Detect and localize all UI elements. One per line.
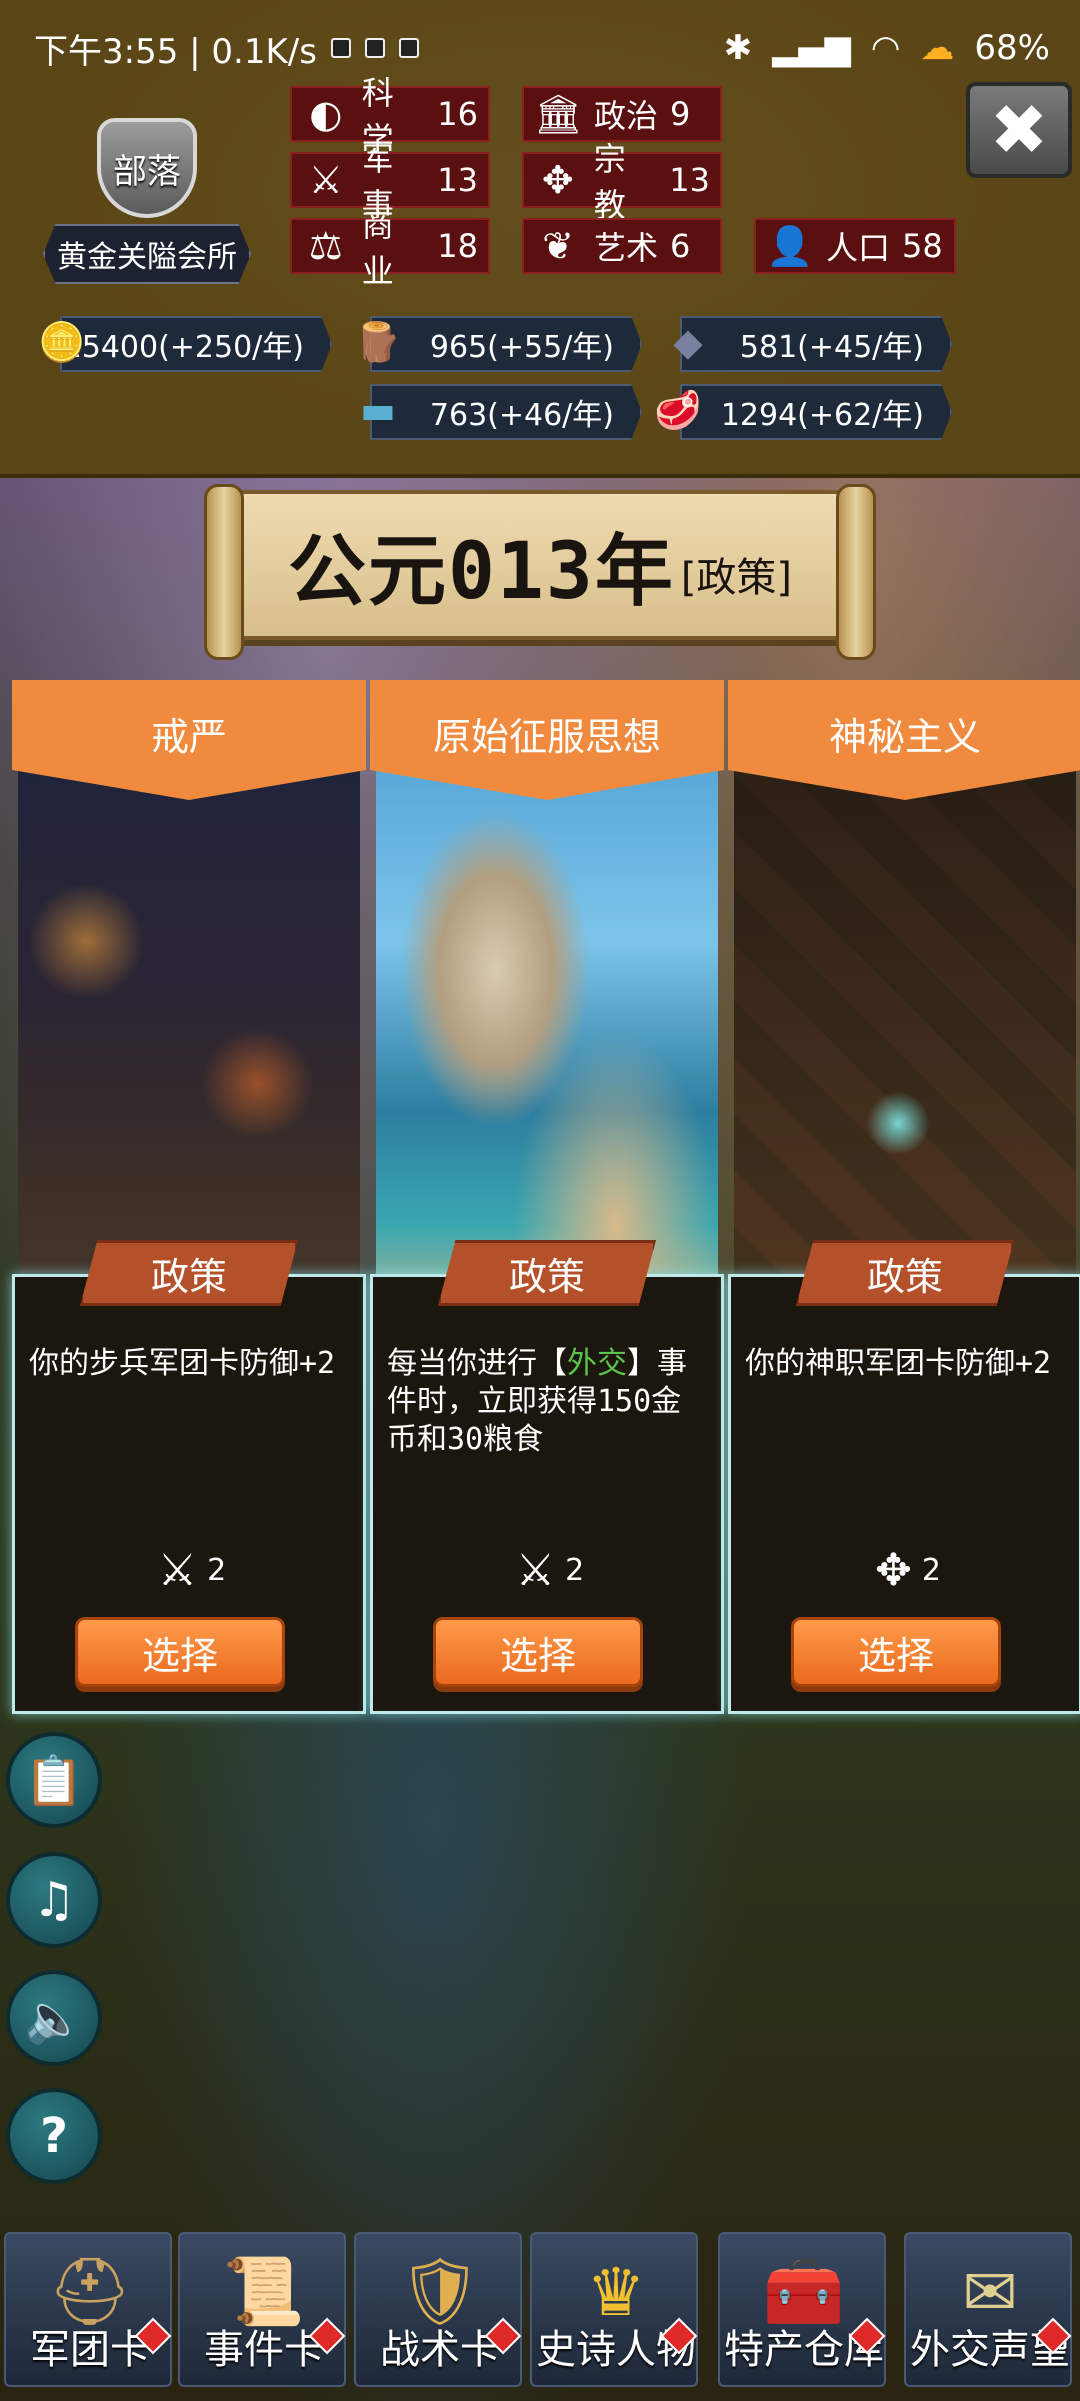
close-button[interactable]: ✖ <box>966 82 1072 178</box>
notification-icon <box>398 38 419 58</box>
card-description: 你的步兵军团卡防御+2 <box>29 1346 336 1381</box>
science-icon: ◐ <box>309 92 343 136</box>
card-body: 每当你进行【外交】事件时，立即获得150金币和30粮食 ⚔ 2 选择 <box>370 1274 724 1714</box>
log-button[interactable]: 📋 <box>6 1732 102 1828</box>
help-icon: ? <box>40 2108 68 2164</box>
stat-value: 16 <box>437 95 478 133</box>
cloud-icon: ☁ <box>920 28 955 68</box>
resource-stone: 581(+45/年) <box>680 316 952 372</box>
military-icon: ⚔ <box>157 1545 198 1596</box>
stat-label: 艺术 <box>594 229 659 267</box>
card-tag: 政策 <box>438 1240 656 1306</box>
log-icon: 📋 <box>24 1752 84 1809</box>
close-icon: ✖ <box>989 89 1049 171</box>
status-time: 下午3:55 | 0.1K/s <box>34 31 317 72</box>
resource-value: 965(+55/年) <box>429 330 614 365</box>
stat-label: 商业 <box>361 206 394 290</box>
cost-value: 2 <box>207 1553 227 1588</box>
card-cost: ✥ 2 <box>731 1545 1080 1596</box>
resource-value: 1294(+62/年) <box>720 398 924 433</box>
wifi-icon: ◠ <box>870 28 901 68</box>
stat-label: 人口 <box>826 229 891 267</box>
bluetooth-icon: ✱ <box>723 28 753 68</box>
iron-icon: ▬ <box>360 388 396 432</box>
cost-value: 2 <box>921 1553 941 1588</box>
resource-value: 763(+46/年) <box>429 398 614 433</box>
stat-value: 9 <box>670 95 691 133</box>
status-bar: 下午3:55 | 0.1K/s ✱ ▂▄▆ ◠ ☁ 68% <box>0 0 1080 96</box>
religion-icon: ✥ <box>541 158 574 202</box>
nav-tactic-cards[interactable]: 🛡 战术卡 <box>354 2232 522 2387</box>
music-icon: ♫ <box>32 1872 76 1928</box>
nav-diplomacy-reputation[interactable]: ✉ 外交声望 <box>904 2232 1072 2387</box>
resource-wood: 965(+55/年) <box>370 316 642 372</box>
signal-icon: ▂▄▆ <box>772 28 851 68</box>
resource-value: 15400(+250/年) <box>62 330 304 365</box>
nav-epic-heroes[interactable]: ♛ 史诗人物 <box>530 2232 698 2387</box>
stat-population: 👤 人口 58 <box>754 218 956 274</box>
description-text: 每当你进行【 <box>387 1346 567 1381</box>
card-body: 你的步兵军团卡防御+2 ⚔ 2 选择 <box>12 1274 366 1714</box>
policy-card[interactable]: 神秘主义 你的神职军团卡防御+2 ✥ 2 选择 政策 <box>728 680 1080 1714</box>
stat-value: 18 <box>437 227 478 265</box>
battery-level: 68% <box>974 28 1050 68</box>
population-icon: 👤 <box>766 223 814 268</box>
stat-religion: ✥ 宗教 13 <box>522 140 722 224</box>
religion-icon: ✥ <box>875 1545 912 1596</box>
stat-art: ❦ 艺术 6 <box>522 218 722 274</box>
stat-value: 13 <box>669 161 710 199</box>
notification-icon <box>330 38 351 58</box>
card-description: 你的神职军团卡防御+2 <box>745 1346 1052 1381</box>
commerce-icon: ⚖ <box>308 224 343 268</box>
stat-value: 6 <box>670 227 691 265</box>
choose-button[interactable]: 选择 <box>75 1617 285 1687</box>
card-tag: 政策 <box>796 1240 1014 1306</box>
military-icon: ⚔ <box>308 158 343 202</box>
tribe-rank: 部落 <box>113 151 181 192</box>
choose-button[interactable]: 选择 <box>433 1617 643 1687</box>
resource-panel: 下午3:55 | 0.1K/s ✱ ▂▄▆ ◠ ☁ 68% 部落 黄金关隘会所 … <box>0 0 1080 478</box>
shield-icon: 部落 <box>97 118 197 218</box>
resource-meat: 1294(+62/年) <box>680 384 952 440</box>
phase-label: [政策] <box>680 555 793 601</box>
stat-label: 宗教 <box>593 140 626 224</box>
diplomacy-keyword: 外交 <box>567 1346 627 1381</box>
card-description: 每当你进行【外交】事件时，立即获得150金币和30粮食 <box>387 1345 707 1459</box>
wood-icon: 🪵 <box>354 319 402 364</box>
resource-value: 581(+45/年) <box>739 330 924 365</box>
stone-icon: ◆ <box>673 320 703 364</box>
art-icon: ❦ <box>542 224 574 268</box>
resource-gold: 15400(+250/年) <box>60 316 332 372</box>
card-body: 你的神职军团卡防御+2 ✥ 2 选择 <box>728 1274 1080 1714</box>
politics-icon: 🏛 <box>534 91 583 136</box>
card-cost: ⚔ 2 <box>15 1545 369 1596</box>
help-button[interactable]: ? <box>6 2088 102 2184</box>
year-banner: 公元013年 [政策] <box>204 484 876 660</box>
card-cost: ⚔ 2 <box>373 1545 727 1596</box>
policy-card[interactable]: 原始征服思想 每当你进行【外交】事件时，立即获得150金币和30粮食 ⚔ 2 选… <box>370 680 724 1714</box>
tribe-name: 黄金关隘会所 <box>43 224 251 284</box>
policy-card[interactable]: 戒严 你的步兵军团卡防御+2 ⚔ 2 选择 政策 <box>12 680 366 1714</box>
nav-event-cards[interactable]: 📜 事件卡 <box>178 2232 346 2387</box>
stat-value: 13 <box>437 161 478 199</box>
nav-specialty-warehouse[interactable]: 🧰 特产仓库 <box>718 2232 886 2387</box>
gold-icon: 🪙 <box>38 319 86 364</box>
nav-legion-cards[interactable]: ⛑ 军团卡 <box>4 2232 172 2387</box>
stat-commerce: ⚖ 商业 18 <box>290 206 490 290</box>
notification-icon <box>364 38 385 58</box>
sound-button[interactable]: 🔈 <box>6 1970 102 2066</box>
bottom-nav: ⛑ 军团卡 📜 事件卡 🛡 战术卡 ♛ 史诗人物 🧰 特产仓库 ✉ 外交声望 <box>0 2226 1080 2401</box>
music-button[interactable]: ♫ <box>6 1852 102 1948</box>
sound-icon: 🔈 <box>24 1990 84 2047</box>
stat-label: 政治 <box>594 97 659 135</box>
cost-value: 2 <box>565 1553 585 1588</box>
choose-button[interactable]: 选择 <box>791 1617 1001 1687</box>
military-icon: ⚔ <box>515 1545 556 1596</box>
year-title: 公元013年 <box>287 527 675 617</box>
resource-iron: 763(+46/年) <box>370 384 642 440</box>
stat-value: 58 <box>902 227 943 265</box>
meat-icon: 🥩 <box>654 387 702 432</box>
card-tag: 政策 <box>80 1240 298 1306</box>
tribe-badge[interactable]: 部落 黄金关隘会所 <box>32 118 262 284</box>
